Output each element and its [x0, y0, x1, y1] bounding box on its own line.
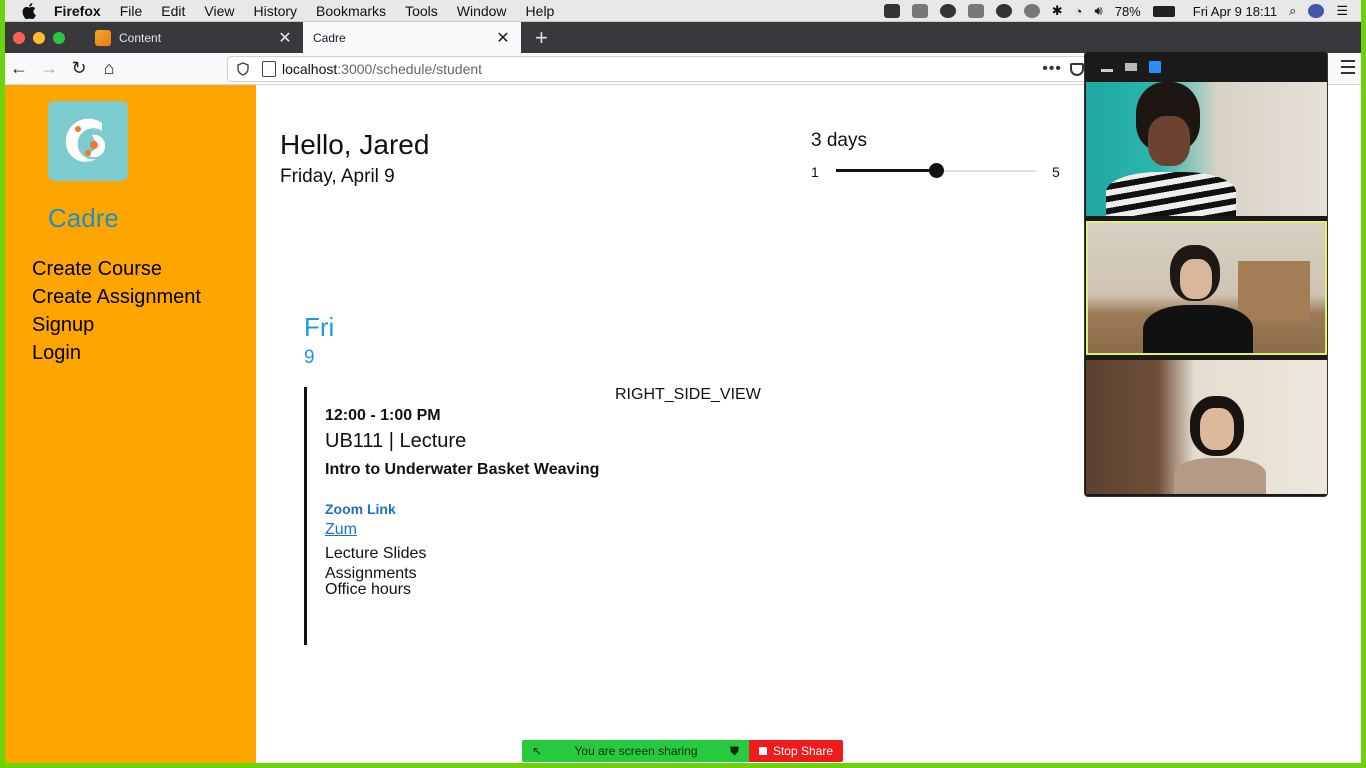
video-panel-toolbar [1085, 52, 1327, 82]
menu-file[interactable]: File [120, 3, 143, 19]
screen-sharing-status: ↖ You are screen sharing ⛊ [522, 740, 749, 762]
beats-icon[interactable] [1023, 4, 1040, 18]
greeting-heading: Hello, Jared [280, 129, 430, 160]
battery-icon[interactable] [1152, 5, 1175, 17]
screen-share-banner: ↖ You are screen sharing ⛊ Stop Share [522, 740, 843, 762]
nav-login[interactable]: Login [32, 339, 201, 367]
url-host: localhost [282, 61, 338, 77]
participant-video-2[interactable] [1086, 221, 1327, 355]
battery-percent: 78% [1114, 3, 1141, 19]
participant-video-1[interactable] [1086, 82, 1327, 216]
pointer-icon: ↖ [532, 744, 543, 758]
back-arrow-icon[interactable]: ← [5, 55, 33, 83]
browser-tab-bar: Content ✕ Cadre ✕ + [5, 22, 1361, 53]
new-tab-icon[interactable]: + [535, 26, 548, 49]
day-number: 9 [304, 347, 315, 368]
tab-label: Cadre [313, 30, 346, 45]
apple-icon[interactable] [20, 2, 38, 20]
pocket-icon[interactable] [1070, 62, 1084, 76]
slider-max-label: 5 [1052, 164, 1060, 180]
dropbox-icon[interactable] [967, 4, 984, 18]
forward-arrow-icon[interactable]: → [35, 55, 63, 83]
minimize-window-button[interactable] [33, 31, 45, 44]
nav-create-assignment[interactable]: Create Assignment [32, 283, 201, 311]
days-slider[interactable] [836, 163, 1036, 179]
home-icon[interactable]: ⌂ [95, 55, 123, 83]
menu-bookmarks[interactable]: Bookmarks [316, 3, 386, 19]
slider-thumb[interactable] [929, 163, 944, 178]
page-actions-icon[interactable]: ••• [1042, 60, 1062, 78]
lecture-slides-item[interactable]: Lecture Slides [325, 545, 426, 563]
stop-share-button[interactable]: Stop Share [749, 740, 843, 762]
maximize-window-button[interactable] [53, 31, 65, 44]
event-time: 12:00 - 1:00 PM [325, 407, 441, 424]
day-name: Fri [304, 312, 335, 342]
tab-label: Content [119, 30, 162, 45]
zoom-status-icon[interactable] [883, 4, 900, 18]
tab-cadre[interactable]: Cadre ✕ [303, 22, 521, 53]
close-tab-icon[interactable]: ✕ [277, 28, 293, 48]
url-bar[interactable]: localhost:3000/schedule/student ••• [227, 56, 1089, 82]
close-window-button[interactable] [13, 31, 25, 44]
close-tab-icon[interactable]: ✕ [495, 28, 511, 48]
office-hours-item[interactable]: Office hours [325, 581, 411, 599]
nav-create-course[interactable]: Create Course [32, 255, 201, 283]
days-slider-label: 3 days [811, 130, 867, 151]
zoom-link[interactable]: Zum [325, 521, 357, 539]
wifi-icon[interactable]: ◔ [1075, 4, 1083, 19]
brand-name[interactable]: Cadre [48, 203, 119, 234]
hamburger-menu-icon[interactable] [1341, 60, 1355, 74]
tab-content[interactable]: Content ✕ [85, 22, 303, 53]
zoom-video-panel [1084, 51, 1328, 497]
url-path: :3000/schedule/student [337, 61, 483, 77]
stop-icon [758, 747, 767, 755]
notification-center-icon[interactable]: ☰ [1336, 3, 1348, 19]
slider-min-label: 1 [811, 164, 819, 180]
spotlight-search-icon[interactable]: ⌕ [1289, 3, 1296, 19]
macos-menu-bar: Firefox File Edit View History Bookmarks… [0, 0, 1366, 22]
backup-icon[interactable] [995, 4, 1012, 18]
tracking-shield-icon[interactable] [236, 62, 250, 76]
menu-window[interactable]: Window [457, 3, 507, 19]
security-shield-icon[interactable]: ⛊ [730, 744, 739, 759]
participant-video-3[interactable] [1086, 360, 1327, 494]
nav-signup[interactable]: Signup [32, 311, 201, 339]
koi-fish-logo[interactable] [48, 101, 128, 181]
menu-app-name[interactable]: Firefox [54, 3, 101, 19]
bluetooth-icon[interactable]: ✱ [1052, 3, 1063, 19]
menu-help[interactable]: Help [526, 3, 555, 19]
active-speaker-view-icon[interactable] [1125, 63, 1137, 71]
event-title: UB111 | Lecture [325, 430, 467, 452]
sidebar-nav: Create Course Create Assignment Signup L… [32, 255, 201, 367]
status-area: ✱ ◔ 🔊︎ 78% Fri Apr 9 18:11 ⌕ ☰ [883, 0, 1348, 22]
slider-fill [836, 169, 936, 172]
zoom-link-heading: Zoom Link [325, 501, 396, 517]
volume-icon[interactable]: 🔊︎ [1095, 3, 1103, 19]
docker-icon[interactable] [911, 4, 928, 18]
event-card: 12:00 - 1:00 PM UB111 | Lecture Intro to… [304, 387, 864, 645]
stop-share-label: Stop Share [772, 744, 834, 758]
menu-edit[interactable]: Edit [161, 3, 185, 19]
screen-sharing-text: You are screen sharing [574, 744, 698, 758]
gallery-view-icon[interactable] [1149, 61, 1161, 73]
menu-view[interactable]: View [204, 3, 234, 19]
menu-history[interactable]: History [253, 3, 297, 19]
pencil-favicon-icon [95, 29, 111, 46]
event-description: Intro to Underwater Basket Weaving [325, 461, 600, 478]
sidebar: Cadre Create Course Create Assignment Si… [5, 85, 256, 763]
minimize-video-icon[interactable] [1101, 68, 1113, 72]
clock[interactable]: Fri Apr 9 18:11 [1193, 4, 1277, 19]
page-info-icon[interactable] [262, 61, 276, 77]
menu-tools[interactable]: Tools [405, 3, 438, 19]
user-avatar-icon[interactable] [1308, 4, 1325, 18]
current-date: Friday, April 9 [280, 166, 395, 187]
reload-icon[interactable]: ↻ [65, 55, 93, 83]
window-controls [13, 31, 65, 44]
creative-cloud-icon[interactable] [939, 4, 956, 18]
